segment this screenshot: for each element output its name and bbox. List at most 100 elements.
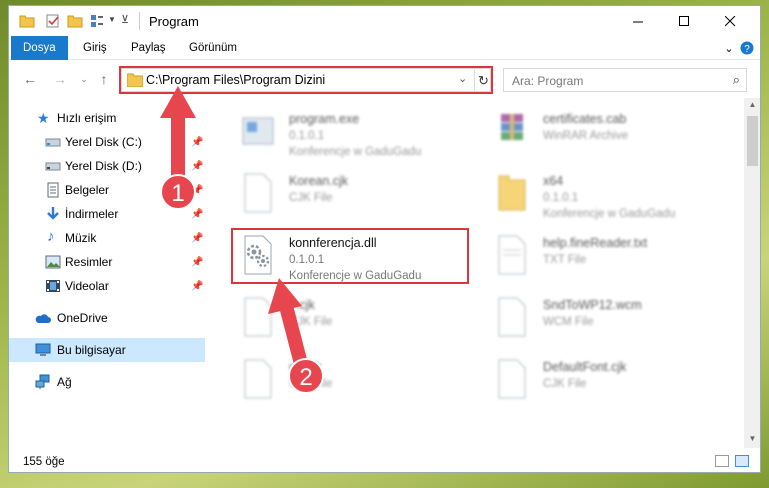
- sidebar-item-label: Yerel Disk (D:): [65, 159, 142, 173]
- blank-file-icon: [498, 359, 526, 399]
- pin-icon[interactable]: 📌: [191, 281, 203, 292]
- drive-icon: [45, 138, 61, 147]
- pin-icon[interactable]: 📌: [191, 161, 203, 172]
- chevron-down-icon[interactable]: ▼: [108, 15, 116, 24]
- file-item-certificates-cab[interactable]: certificates.cab WinRAR Archive: [485, 104, 725, 164]
- file-item-gb-cjk[interactable]: gb.cjk CJK File: [231, 352, 471, 412]
- sidebar-item-label: Ağ: [57, 375, 72, 389]
- search-box[interactable]: Ara: Program ⌕: [503, 68, 747, 92]
- file-name: ?.cjk: [289, 298, 315, 312]
- sidebar-item-network[interactable]: Ağ: [9, 370, 205, 394]
- back-arrow-icon[interactable]: ←: [21, 70, 39, 88]
- ribbon-tabs: Dosya Giriş Paylaş Görünüm ⌄ ?: [9, 36, 760, 60]
- tab-gorunum[interactable]: Görünüm: [177, 36, 249, 60]
- sidebar-item-pictures[interactable]: Resimler 📌: [9, 250, 205, 274]
- sidebar-item-documents[interactable]: Belgeler 📌: [9, 178, 205, 202]
- archive-icon: [501, 114, 523, 140]
- properties-icon[interactable]: [45, 13, 61, 29]
- customize-toolbar-icon[interactable]: ⊻: [121, 13, 129, 26]
- file-name: SndToWP12.wcm: [543, 298, 642, 312]
- pin-icon[interactable]: 📌: [191, 233, 203, 244]
- file-item-program-exe[interactable]: program.exe 0.1.0.1 Konferencje w GaduGa…: [231, 104, 471, 164]
- folder-icon[interactable]: [19, 13, 35, 29]
- music-icon: ♪: [47, 228, 55, 245]
- pin-icon[interactable]: 📌: [191, 209, 203, 220]
- svg-text:?: ?: [744, 44, 750, 55]
- file-name: DefaultFont.cjk: [543, 360, 627, 374]
- application-icon: [242, 117, 274, 145]
- help-icon[interactable]: ?: [739, 40, 755, 56]
- up-arrow-icon[interactable]: ↑: [95, 70, 113, 88]
- item-count: 155 öğe: [23, 456, 65, 468]
- file-type: CJK File: [289, 316, 333, 328]
- forward-arrow-icon[interactable]: →: [51, 70, 69, 88]
- blank-file-icon: [244, 297, 272, 337]
- file-name: gb.cjk: [289, 360, 322, 374]
- close-button[interactable]: [707, 6, 753, 36]
- file-name: Korean.cjk: [289, 174, 349, 188]
- pin-icon[interactable]: 📌: [191, 185, 203, 196]
- computer-icon: [35, 343, 51, 356]
- vertical-scrollbar[interactable]: ▲ ▼: [744, 98, 760, 448]
- scroll-thumb[interactable]: [747, 116, 758, 166]
- file-version: 0.1.0.1: [289, 130, 325, 142]
- explorer-window: ▼ ⊻ Program Dosya Giriş Paylaş Görünüm ⌄…: [8, 5, 761, 473]
- file-type: CJK File: [289, 378, 333, 390]
- file-version: 0.1.0.1: [543, 192, 579, 204]
- scroll-down-icon[interactable]: ▼: [744, 434, 760, 448]
- recent-locations-icon[interactable]: ⌄: [75, 70, 93, 88]
- sidebar-item-this-pc[interactable]: Bu bilgisayar: [9, 338, 205, 362]
- file-name: help.fineReader.txt: [543, 236, 648, 250]
- sidebar-item-quick-access[interactable]: ★ Hızlı erişim: [9, 106, 205, 130]
- pin-icon[interactable]: 📌: [191, 257, 203, 268]
- file-item-defaultfont[interactable]: DefaultFont.cjk CJK File: [485, 352, 725, 412]
- navigation-bar: ← → ⌄ ↑ C:\Program Files\Program Dizini …: [9, 60, 760, 98]
- file-item-korean-cjk[interactable]: Korean.cjk CJK File: [231, 166, 471, 226]
- new-folder-icon[interactable]: [67, 13, 83, 29]
- download-icon: [47, 207, 59, 220]
- star-icon: ★: [37, 110, 50, 126]
- file-item-sndtowp12[interactable]: SndToWP12.wcm WCM File: [485, 290, 725, 350]
- cloud-icon: [35, 314, 51, 323]
- expand-ribbon-icon[interactable]: ⌄: [721, 40, 737, 56]
- maximize-button[interactable]: [661, 6, 707, 36]
- minimize-button[interactable]: [615, 6, 661, 36]
- blank-file-icon: [498, 297, 526, 337]
- video-icon: [46, 280, 60, 292]
- sidebar-item-disk-c[interactable]: Yerel Disk (C:) 📌: [9, 130, 205, 154]
- sidebar-item-music[interactable]: ♪ Müzik 📌: [9, 226, 205, 250]
- large-icons-view-icon[interactable]: [735, 455, 749, 467]
- window-title: Program: [149, 14, 199, 29]
- tab-giris[interactable]: Giriş: [71, 36, 119, 60]
- tab-paylas[interactable]: Paylaş: [119, 36, 178, 60]
- details-view-icon[interactable]: [715, 455, 729, 467]
- sidebar-item-videos[interactable]: Videolar 📌: [9, 274, 205, 298]
- file-item-help-txt[interactable]: help.fineReader.txt TXT File: [485, 228, 725, 288]
- pin-icon[interactable]: 📌: [191, 137, 203, 148]
- file-highlight-box: [231, 228, 469, 284]
- sidebar-item-label: Belgeler: [65, 183, 110, 197]
- sidebar-item-label: Yerel Disk (C:): [65, 135, 142, 149]
- sidebar-item-downloads[interactable]: İndirmeler 📌: [9, 202, 205, 226]
- tab-dosya[interactable]: Dosya: [11, 36, 68, 60]
- file-item-cjk[interactable]: ?.cjk CJK File: [231, 290, 471, 350]
- sidebar-item-onedrive[interactable]: OneDrive: [9, 306, 205, 330]
- file-name: x64: [543, 174, 564, 188]
- file-description: Konferencje w GaduGadu: [543, 208, 676, 220]
- sidebar-item-label: Hızlı erişim: [57, 111, 117, 125]
- close-icon: [724, 15, 735, 26]
- sidebar-item-label: OneDrive: [57, 311, 108, 325]
- title-bar: ▼ ⊻ Program: [9, 6, 760, 36]
- sidebar-item-label: İndirmeler: [65, 207, 119, 221]
- minimize-icon: [632, 21, 643, 22]
- address-highlight-box: [119, 66, 493, 94]
- search-icon[interactable]: ⌕: [733, 72, 740, 88]
- view-options-icon[interactable]: [89, 13, 105, 29]
- drive-icon: [45, 162, 61, 171]
- file-type: CJK File: [543, 378, 587, 390]
- sidebar-item-disk-d[interactable]: Yerel Disk (D:) 📌: [9, 154, 205, 178]
- file-item-x64[interactable]: x64 0.1.0.1 Konferencje w GaduGadu: [485, 166, 725, 226]
- sidebar-item-label: Resimler: [65, 255, 113, 269]
- scroll-up-icon[interactable]: ▲: [744, 100, 760, 114]
- maximize-icon: [678, 15, 689, 26]
